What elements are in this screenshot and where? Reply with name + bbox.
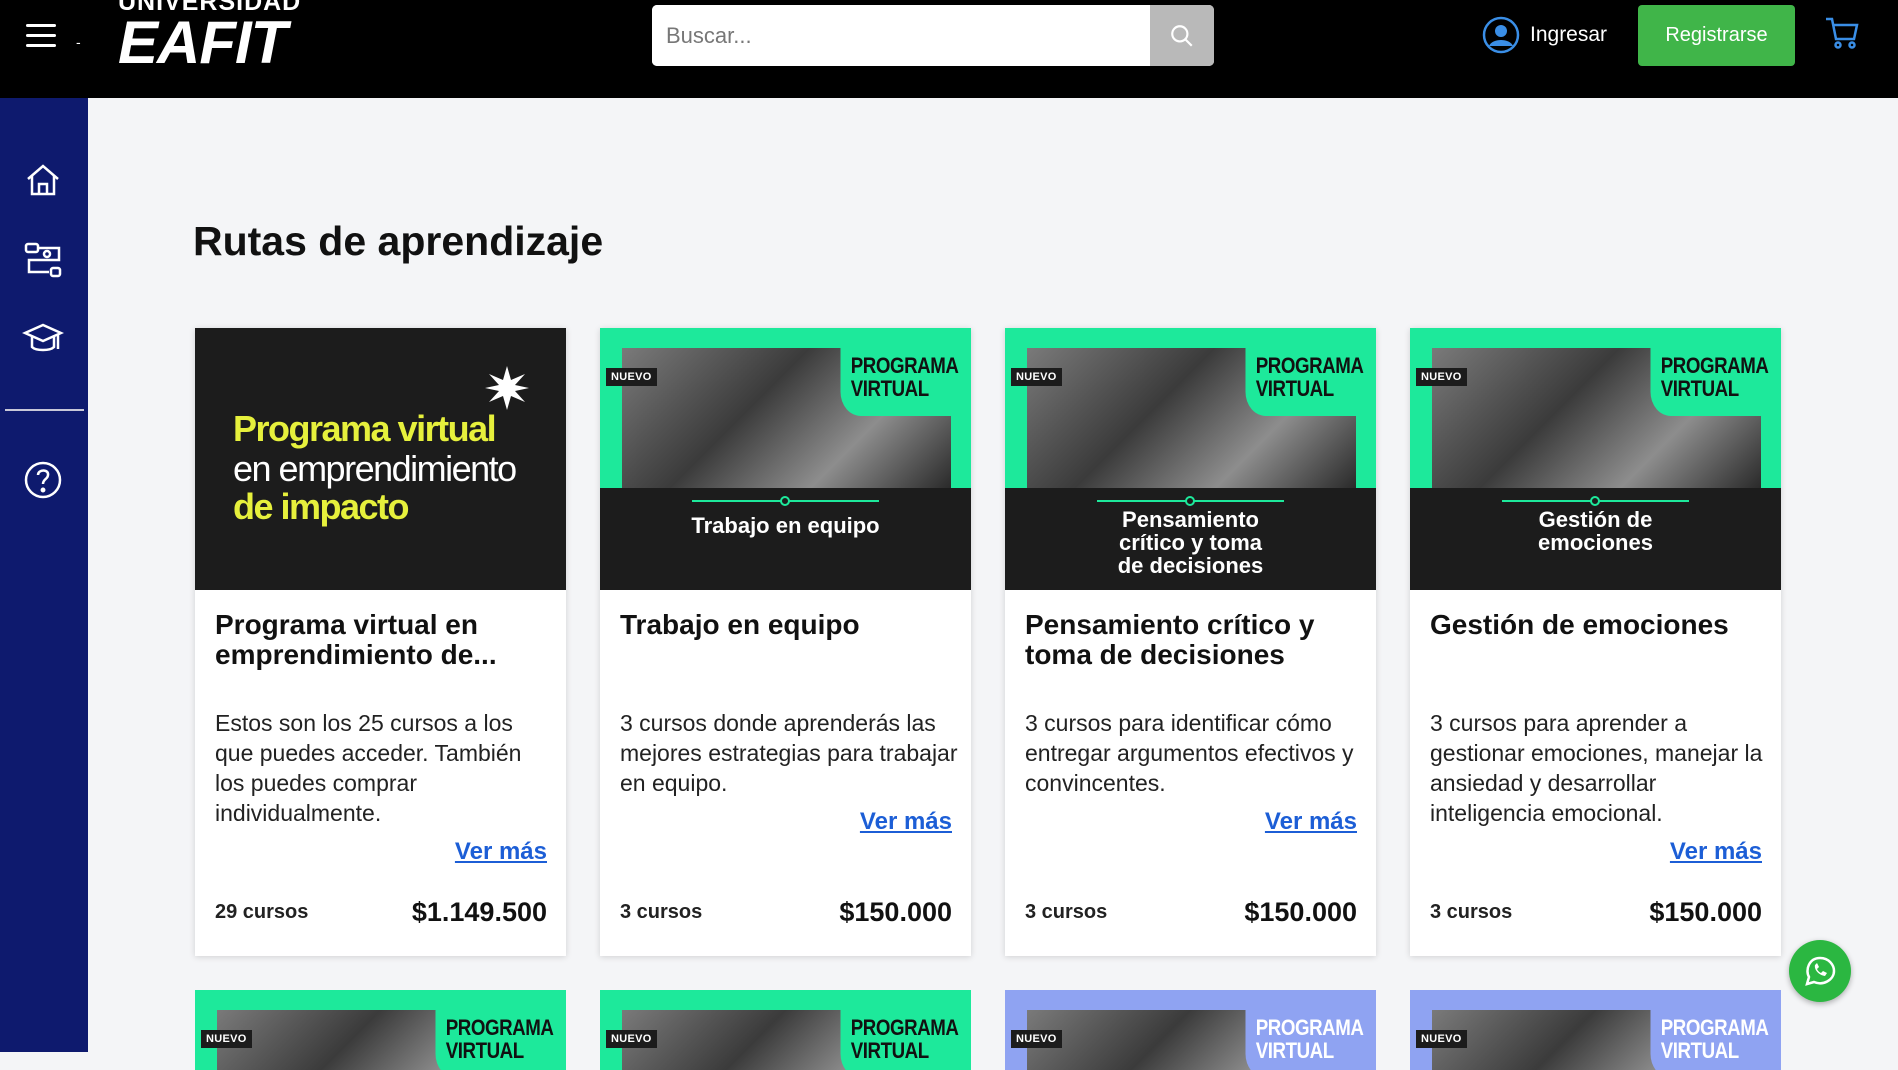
user-circle-icon bbox=[1482, 16, 1520, 54]
card-thumbnail: Programa virtual en emprendimiento de im… bbox=[195, 328, 566, 590]
band-dot bbox=[1185, 496, 1195, 506]
thumbnail-band: Pensamiento crítico y toma de decisiones bbox=[1005, 488, 1376, 590]
new-badge: NUEVO bbox=[1011, 368, 1062, 386]
card-description: Estos son los 25 cursos a los que puedes… bbox=[215, 710, 522, 826]
whatsapp-icon bbox=[1805, 956, 1836, 986]
graduation-cap-icon bbox=[22, 323, 64, 352]
starburst-icon bbox=[485, 366, 529, 410]
new-badge: NUEVO bbox=[1416, 368, 1467, 386]
login-link[interactable]: Ingresar bbox=[1482, 16, 1607, 54]
price: $1.149.500 bbox=[411, 897, 547, 927]
card-title: Gestión de emociones bbox=[1430, 609, 1729, 640]
program-label: PROGRAMA VIRTUAL bbox=[840, 1010, 959, 1070]
band-text: Pensamiento crítico y toma de decisiones bbox=[1117, 507, 1264, 578]
program-label: PROGRAMA VIRTUAL bbox=[1245, 1010, 1364, 1070]
card-description: 3 cursos donde aprenderás las mejores es… bbox=[620, 710, 958, 796]
sidebar-item-routes[interactable] bbox=[21, 238, 65, 282]
course-count: 29 cursos bbox=[215, 901, 309, 923]
thumbnail-band: Gestión de emociones bbox=[1410, 488, 1781, 590]
band-text: Gestión de emociones bbox=[1538, 507, 1653, 555]
eafit-logo[interactable]: UNIVERSIDAD EAFIT bbox=[118, 0, 301, 73]
card-title: Programa virtual en emprendimiento de... bbox=[215, 609, 497, 670]
login-label: Ingresar bbox=[1530, 23, 1608, 46]
new-badge: NUEVO bbox=[606, 1030, 657, 1048]
top-header: - UNIVERSIDAD EAFIT Ingresar Registrarse bbox=[0, 0, 1898, 98]
course-count: 3 cursos bbox=[620, 901, 703, 923]
thumbnail-band: Trabajo en equipo bbox=[600, 488, 971, 590]
course-count: 3 cursos bbox=[1025, 901, 1108, 923]
register-button[interactable]: Registrarse bbox=[1638, 5, 1795, 66]
sidebar-item-home[interactable] bbox=[21, 158, 65, 202]
course-card[interactable]: Programa virtual en emprendimiento de im… bbox=[195, 328, 566, 956]
sidebar-item-help[interactable] bbox=[21, 458, 65, 502]
ver-mas-link[interactable]: Ver más bbox=[455, 838, 547, 866]
band-text: Trabajo en equipo bbox=[691, 513, 880, 538]
course-card[interactable]: PROGRAMA VIRTUAL NUEVO Pensamiento críti… bbox=[1005, 328, 1376, 956]
band-dot bbox=[1590, 496, 1600, 506]
course-count: 3 cursos bbox=[1430, 901, 1513, 923]
course-card[interactable]: PROGRAMA VIRTUAL NUEVO Gestión de emocio… bbox=[1410, 328, 1781, 956]
card-title: Pensamiento crítico y toma de decisiones bbox=[1025, 609, 1315, 670]
ver-mas-link[interactable]: Ver más bbox=[1265, 808, 1357, 836]
learning-routes-icon bbox=[24, 242, 62, 278]
program-label: PROGRAMA VIRTUAL bbox=[1650, 1010, 1769, 1070]
card-description: 3 cursos para aprender a gestionar emoci… bbox=[1430, 710, 1763, 826]
new-badge: NUEVO bbox=[606, 368, 657, 386]
search-bar bbox=[652, 5, 1214, 66]
program-label: PROGRAMA VIRTUAL bbox=[1245, 348, 1364, 416]
whatsapp-button[interactable] bbox=[1789, 940, 1851, 1002]
price: $150.000 bbox=[1649, 897, 1762, 927]
price: $150.000 bbox=[1244, 897, 1357, 927]
cart-button[interactable] bbox=[1824, 16, 1860, 55]
shopping-cart-icon bbox=[1826, 17, 1859, 49]
price: $150.000 bbox=[839, 897, 952, 927]
course-card[interactable]: PROGRAMA VIRTUAL NUEVO Trabajo en equipo… bbox=[600, 328, 971, 956]
card-description: 3 cursos para identificar cómo entregar … bbox=[1025, 710, 1354, 796]
thumb-line-2: en emprendimiento bbox=[233, 448, 517, 489]
card-title: Trabajo en equipo bbox=[620, 609, 860, 640]
band-dot bbox=[780, 496, 790, 506]
thumb-line-1: Programa virtual bbox=[233, 408, 497, 449]
card-thumbnail: PROGRAMA VIRTUAL NUEVO Trabajo en equipo bbox=[600, 328, 971, 590]
course-card-partial[interactable]: PROGRAMA VIRTUAL NUEVO bbox=[195, 990, 566, 1070]
search-icon bbox=[1171, 24, 1193, 47]
course-card-partial[interactable]: PROGRAMA VIRTUAL NUEVO bbox=[1005, 990, 1376, 1070]
sidebar bbox=[0, 98, 88, 1052]
hamburger-menu-icon[interactable] bbox=[26, 24, 56, 48]
ver-mas-link[interactable]: Ver más bbox=[1670, 838, 1762, 866]
sidebar-item-courses[interactable] bbox=[21, 318, 65, 362]
help-circle-icon bbox=[24, 461, 62, 499]
course-card-partial[interactable]: PROGRAMA VIRTUAL NUEVO bbox=[600, 990, 971, 1070]
card-thumbnail: PROGRAMA VIRTUAL NUEVO Gestión de emocio… bbox=[1410, 328, 1781, 590]
search-button[interactable] bbox=[1150, 5, 1214, 66]
logo-line-2: EAFIT bbox=[118, 9, 287, 76]
header-separator: - bbox=[76, 34, 81, 50]
home-icon bbox=[27, 164, 59, 196]
program-label: PROGRAMA VIRTUAL bbox=[1650, 348, 1769, 416]
course-card-partial[interactable]: PROGRAMA VIRTUAL NUEVO bbox=[1410, 990, 1781, 1070]
ver-mas-link[interactable]: Ver más bbox=[860, 808, 952, 836]
thumb-line-3: de impacto bbox=[233, 486, 410, 527]
page-title: Rutas de aprendizaje bbox=[193, 218, 604, 264]
program-label: PROGRAMA VIRTUAL bbox=[840, 348, 959, 416]
new-badge: NUEVO bbox=[1011, 1030, 1062, 1048]
search-input[interactable] bbox=[652, 5, 1150, 66]
new-badge: NUEVO bbox=[1416, 1030, 1467, 1048]
new-badge: NUEVO bbox=[201, 1030, 252, 1048]
sidebar-divider bbox=[5, 409, 84, 411]
card-thumbnail: PROGRAMA VIRTUAL NUEVO Pensamiento críti… bbox=[1005, 328, 1376, 590]
program-label: PROGRAMA VIRTUAL bbox=[435, 1010, 554, 1070]
